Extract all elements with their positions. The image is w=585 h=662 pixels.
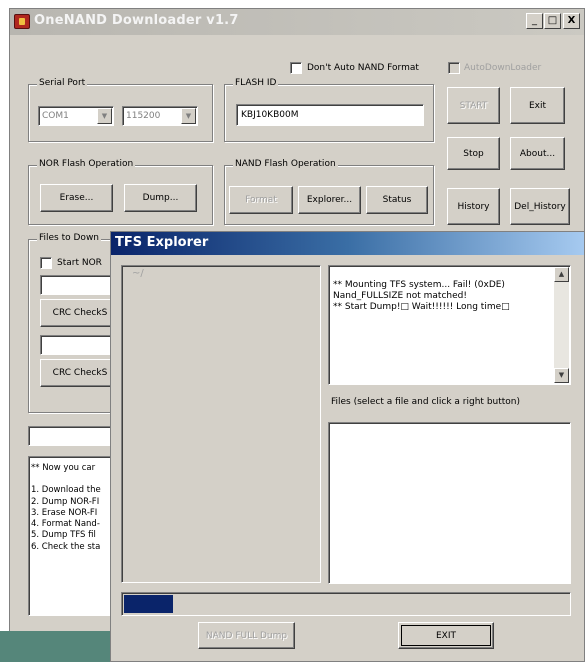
- del-history-button[interactable]: Del_History: [510, 188, 570, 225]
- nand-full-dump-button[interactable]: NAND FULL Dump: [198, 622, 295, 649]
- exit-button[interactable]: Exit: [510, 87, 565, 124]
- erase-button[interactable]: Erase...: [40, 184, 113, 212]
- explorer-button[interactable]: Explorer...: [298, 186, 361, 214]
- message-line: Nand_FULLSIZE not matched!: [333, 291, 467, 301]
- message-scrollbar[interactable]: ▲ ▼: [554, 267, 569, 383]
- nand-flash-label: NAND Flash Operation: [233, 159, 338, 169]
- files-list[interactable]: [328, 422, 571, 584]
- nor-file-field[interactable]: [40, 275, 120, 295]
- app-title: OneNAND Downloader v1.7: [34, 13, 239, 28]
- dont-auto-format-checkbox[interactable]: [290, 62, 302, 74]
- port-select[interactable]: COM1 ▼: [38, 106, 114, 126]
- serial-port-label: Serial Port: [37, 78, 88, 88]
- app-icon: [14, 14, 30, 29]
- dialog-title[interactable]: TFS Explorer: [111, 232, 584, 255]
- message-line: ** Start Dump!□ Wait!!!!!! Long time□: [333, 302, 510, 312]
- flash-id-field[interactable]: KBJ10KB00M: [236, 104, 424, 126]
- progress-bar: [121, 592, 571, 616]
- auto-downloader-checkbox: [448, 62, 460, 74]
- dialog-exit-button[interactable]: EXIT: [398, 622, 494, 649]
- port-value: COM1: [42, 111, 69, 121]
- start-button[interactable]: START: [447, 87, 500, 124]
- flash-id-label: FLASH ID: [233, 78, 279, 88]
- status-button[interactable]: Status: [366, 186, 428, 214]
- files-label: Files (select a file and click a right b…: [331, 397, 521, 407]
- baud-value: 115200: [126, 111, 161, 121]
- nor-flash-label: NOR Flash Operation: [37, 159, 136, 169]
- baud-select[interactable]: 115200 ▼: [122, 106, 198, 126]
- scroll-down-icon[interactable]: ▼: [554, 368, 569, 383]
- start-nor-label: Start NOR: [57, 258, 102, 268]
- auto-downloader-label: AutoDownLoader: [464, 63, 542, 73]
- tfs-explorer-dialog: TFS Explorer ~/ ** Mounting TFS system..…: [110, 231, 585, 662]
- dump-button[interactable]: Dump...: [124, 184, 197, 212]
- stop-button[interactable]: Stop: [447, 137, 500, 170]
- crc-check-button-2[interactable]: CRC CheckS: [40, 359, 120, 387]
- message-line: ** Mounting TFS system... Fail! (0xDE): [333, 280, 505, 290]
- start-nor-checkbox[interactable]: [40, 257, 52, 269]
- scroll-up-icon[interactable]: ▲: [554, 267, 569, 282]
- format-button[interactable]: Format: [229, 186, 293, 214]
- history-button[interactable]: History: [447, 188, 500, 225]
- crc-check-button-1[interactable]: CRC CheckS: [40, 299, 120, 327]
- chevron-down-icon[interactable]: ▼: [97, 108, 112, 124]
- directory-tree[interactable]: ~/: [121, 265, 321, 583]
- progress-fill: [124, 595, 173, 613]
- message-box[interactable]: ** Mounting TFS system... Fail! (0xDE) N…: [328, 265, 571, 385]
- nand-file-field[interactable]: [40, 335, 120, 355]
- close-button[interactable]: X: [563, 13, 580, 29]
- chevron-down-icon[interactable]: ▼: [181, 108, 196, 124]
- title-bar[interactable]: OneNAND Downloader v1.7 _ □ X: [10, 9, 584, 35]
- dont-auto-format-label: Don't Auto NAND Format: [307, 63, 419, 73]
- about-button[interactable]: About...: [510, 137, 565, 170]
- desktop-strip: [0, 631, 110, 662]
- minimize-button[interactable]: _: [526, 13, 543, 29]
- files-to-download-label: Files to Down: [37, 233, 102, 243]
- maximize-button[interactable]: □: [544, 13, 561, 29]
- tree-root[interactable]: ~/: [132, 268, 144, 279]
